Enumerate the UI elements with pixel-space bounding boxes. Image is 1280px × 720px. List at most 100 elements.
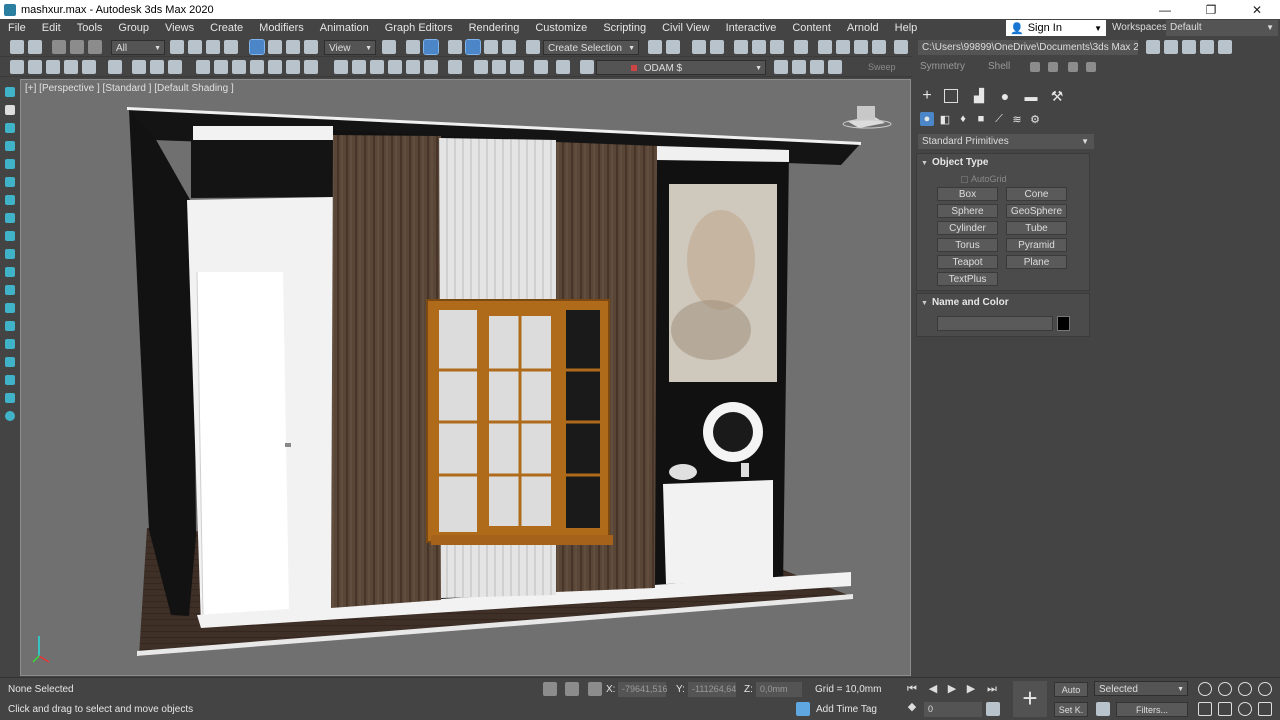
undo-icon[interactable] <box>10 40 24 54</box>
percent-snap-icon[interactable] <box>484 40 498 54</box>
select-in-layer-icon[interactable] <box>810 60 824 74</box>
render-in-cloud-icon[interactable] <box>872 40 886 54</box>
add-to-layer-icon[interactable] <box>792 60 806 74</box>
maximize-button[interactable]: ❐ <box>1188 0 1234 19</box>
select-scale-icon[interactable] <box>286 40 300 54</box>
pivot-center-icon[interactable] <box>382 40 396 54</box>
autogrid-checkbox[interactable]: AutoGrid <box>961 174 1007 184</box>
cone-button[interactable]: Cone <box>1006 187 1067 201</box>
menu-content[interactable]: Content <box>784 19 839 37</box>
menu-customize[interactable]: Customize <box>527 19 595 37</box>
zoom-icon[interactable] <box>1198 682 1212 696</box>
project-tool-1-icon[interactable] <box>1146 40 1160 54</box>
left-tool-5-icon[interactable] <box>5 159 15 169</box>
project-tool-2-icon[interactable] <box>1164 40 1178 54</box>
create-layer-icon[interactable] <box>774 60 788 74</box>
select-rotate-icon[interactable] <box>268 40 282 54</box>
ribbon-label-sweep[interactable]: Sweep <box>868 62 896 72</box>
menu-help[interactable]: Help <box>887 19 926 37</box>
menu-graph-editors[interactable]: Graph Editors <box>377 19 461 37</box>
key-filters-icon[interactable] <box>1096 702 1110 716</box>
display-tab-icon[interactable]: ▬ <box>1022 87 1040 105</box>
textplus-button[interactable]: TextPlus <box>937 272 998 286</box>
utilities-tab-icon[interactable]: ⚒ <box>1048 87 1066 105</box>
menu-rendering[interactable]: Rendering <box>461 19 528 37</box>
play-icon[interactable]: ▶ <box>945 682 959 696</box>
toggle-ribbon-icon[interactable] <box>734 40 748 54</box>
menu-views[interactable]: Views <box>157 19 202 37</box>
ribbon-tool-27-icon[interactable] <box>534 60 548 74</box>
left-tool-10-icon[interactable] <box>5 249 15 259</box>
region-select-icon[interactable] <box>206 40 220 54</box>
ribbon-tool-5-icon[interactable] <box>82 60 96 74</box>
project-path-dropdown[interactable]: C:\Users\99899\OneDrive\Documents\3ds Ma… <box>918 40 1138 55</box>
add-time-tag-button[interactable]: Add Time Tag <box>816 704 877 715</box>
ribbon-tool-1-icon[interactable] <box>10 60 24 74</box>
menu-group[interactable]: Group <box>110 19 157 37</box>
menu-edit[interactable]: Edit <box>34 19 69 37</box>
ribbon-tool-15-icon[interactable] <box>286 60 300 74</box>
lights-icon[interactable]: ♦ <box>956 112 970 126</box>
orbit-icon[interactable] <box>1238 702 1252 716</box>
shapes-icon[interactable]: ◧ <box>938 112 952 126</box>
project-tool-5-icon[interactable] <box>1218 40 1232 54</box>
ribbon-tool-17-icon[interactable] <box>334 60 348 74</box>
menu-animation[interactable]: Animation <box>312 19 377 37</box>
name-and-color-header[interactable]: ▼ Name and Color <box>917 294 1089 311</box>
toggle-layer-explorer-icon[interactable] <box>710 40 724 54</box>
ribbon-label-symmetry[interactable]: Symmetry <box>920 61 965 72</box>
menu-arnold[interactable]: Arnold <box>839 19 887 37</box>
ribbon-tool-11-icon[interactable] <box>214 60 228 74</box>
left-tool-6-icon[interactable] <box>5 177 15 187</box>
space-warps-icon[interactable]: ≋ <box>1010 112 1024 126</box>
key-mode-toggle-icon[interactable]: ◆ <box>905 700 919 714</box>
window-crossing-icon[interactable] <box>224 40 238 54</box>
named-selection-set-dropdown[interactable]: Create Selection Set ▼ <box>543 40 639 69</box>
ribbon-tool-9-icon[interactable] <box>168 60 182 74</box>
time-tag-icon[interactable] <box>796 702 810 716</box>
ribbon-tool-21-icon[interactable] <box>406 60 420 74</box>
set-key-button[interactable]: Set K. <box>1054 702 1088 717</box>
left-tool-13-icon[interactable] <box>5 303 15 313</box>
ribbon-tool-7-icon[interactable] <box>132 60 146 74</box>
redo-icon[interactable] <box>28 40 42 54</box>
key-filter-dropdown[interactable]: Selected ▼ <box>1094 681 1188 696</box>
go-to-end-icon[interactable]: ⏭ <box>985 682 999 696</box>
set-key-big-button[interactable]: + <box>1013 681 1047 717</box>
perspective-viewport[interactable]: [+] [Perspective ] [Standard ] [Default … <box>20 79 911 676</box>
absolute-transform-icon[interactable] <box>588 682 602 696</box>
modifier-tool-4-icon[interactable] <box>1086 62 1096 72</box>
left-tool-14-icon[interactable] <box>5 321 15 331</box>
cylinder-button[interactable]: Cylinder <box>937 221 998 235</box>
modify-tab-icon[interactable] <box>944 89 958 103</box>
next-frame-icon[interactable]: ▶ <box>964 682 978 696</box>
pyramid-button[interactable]: Pyramid <box>1006 238 1067 252</box>
ribbon-label-shell[interactable]: Shell <box>988 61 1010 72</box>
z-coordinate-field[interactable]: 0,0mm <box>756 682 802 697</box>
ribbon-tool-20-icon[interactable] <box>388 60 402 74</box>
y-coordinate-field[interactable]: -111264,64 <box>688 682 736 697</box>
select-by-name-icon[interactable] <box>188 40 202 54</box>
left-tool-15-icon[interactable] <box>5 339 15 349</box>
left-tool-18-icon[interactable] <box>5 393 15 403</box>
modifier-tool-1-icon[interactable] <box>1030 62 1040 72</box>
ribbon-tool-8-icon[interactable] <box>150 60 164 74</box>
torus-button[interactable]: Torus <box>937 238 998 252</box>
select-object-icon[interactable] <box>170 40 184 54</box>
zoom-all-icon[interactable] <box>1218 682 1232 696</box>
menu-create[interactable]: Create <box>202 19 251 37</box>
systems-icon[interactable]: ⚙ <box>1028 112 1042 126</box>
menu-modifiers[interactable]: Modifiers <box>251 19 312 37</box>
go-to-start-icon[interactable]: ⏮ <box>905 682 919 696</box>
menu-civil-view[interactable]: Civil View <box>654 19 717 37</box>
close-button[interactable]: ✕ <box>1234 0 1280 19</box>
primitive-category-dropdown[interactable]: Standard Primitives ▼ <box>918 134 1094 149</box>
ribbon-tool-19-icon[interactable] <box>370 60 384 74</box>
auto-key-button[interactable]: Auto <box>1054 682 1088 697</box>
ribbon-tool-16-icon[interactable] <box>304 60 318 74</box>
layer-properties-icon[interactable] <box>828 60 842 74</box>
geometry-icon[interactable]: ● <box>920 112 934 126</box>
tube-button[interactable]: Tube <box>1006 221 1067 235</box>
x-coordinate-field[interactable]: -79641,516 <box>618 682 668 697</box>
left-tool-1-icon[interactable] <box>5 87 15 97</box>
